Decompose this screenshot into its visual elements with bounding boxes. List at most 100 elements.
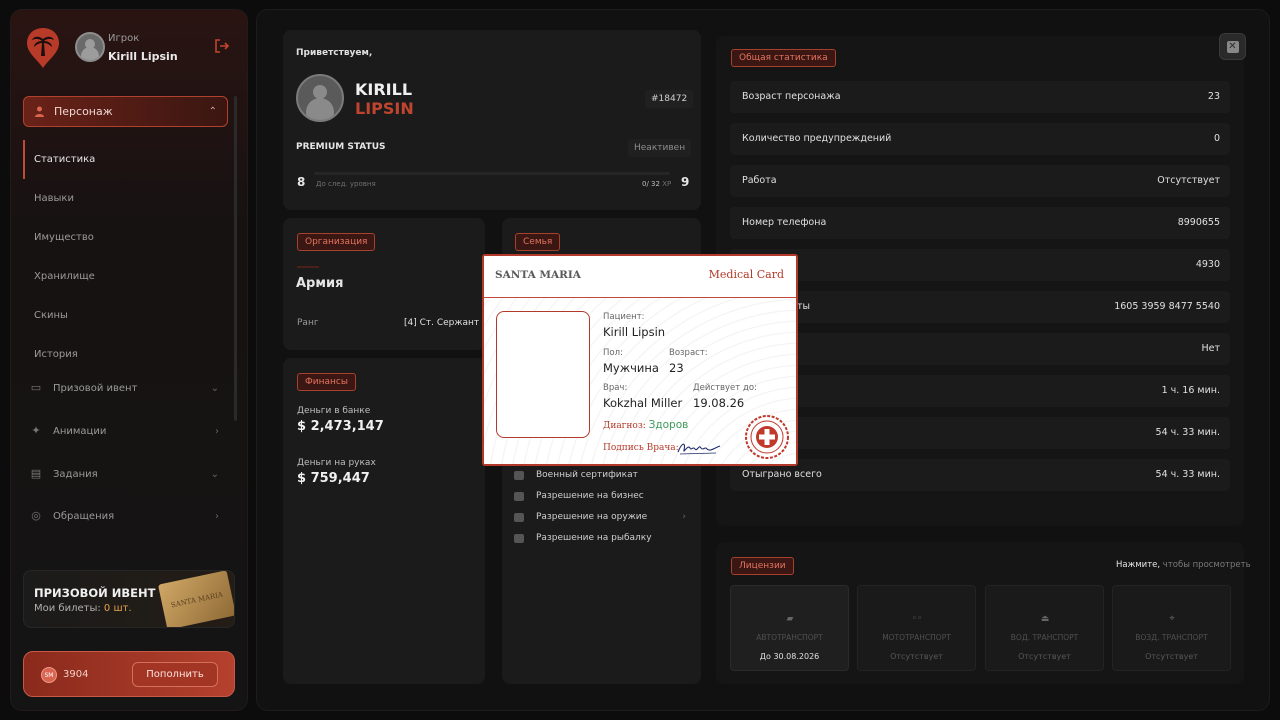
menu-character[interactable]: Персонаж ⌃ bbox=[23, 96, 228, 127]
license-status: Отсутствует bbox=[890, 652, 943, 661]
doctor-value: Kokzhal Miller bbox=[603, 396, 683, 410]
xp-unit: XP bbox=[662, 180, 672, 188]
stat-row: день1 ч. 16 мин. bbox=[730, 375, 1230, 407]
license-boat[interactable]: ⏏ ВОД. ТРАНСПОРТ Отсутствует bbox=[985, 585, 1104, 671]
stat-row: Работа Отсутствует bbox=[730, 165, 1230, 197]
menu-quests-label: Задания bbox=[53, 468, 98, 480]
stat-value: 4930 bbox=[1195, 259, 1220, 270]
license-status: До 30.08.2026 bbox=[759, 652, 820, 661]
submenu-item-stats[interactable]: Статистика bbox=[23, 140, 223, 179]
licenses-hint-bold: Нажмите, bbox=[1116, 560, 1161, 570]
license-name: МОТОТРАНСПОРТ bbox=[882, 633, 951, 642]
doc-business-permit[interactable]: Разрешение на бизнес bbox=[514, 489, 689, 503]
doc-label: Разрешение на бизнес bbox=[536, 491, 644, 501]
rank-label: Ранг bbox=[297, 318, 319, 328]
support-icon: ◎ bbox=[31, 509, 41, 522]
stat-row: Возраст персонажа 23 bbox=[730, 81, 1230, 113]
medical-card[interactable]: SANTA MARIA Medical Card Пациент: Kirill… bbox=[482, 254, 798, 466]
valid-value: 19.08.26 bbox=[693, 396, 745, 410]
stat-label: Работа bbox=[742, 175, 777, 186]
level-current: 8 bbox=[297, 175, 306, 189]
character-submenu: Статистика Навыки Имущество Хранилище Ск… bbox=[23, 140, 223, 374]
chevron-down-icon: ⌄ bbox=[210, 382, 219, 394]
patient-photo bbox=[496, 311, 590, 438]
prize-event-tickets: Мои билеты: 0 шт. bbox=[34, 603, 132, 614]
stat-label: Количество предупреждений bbox=[742, 133, 892, 144]
license-status: Отсутствует bbox=[1145, 652, 1198, 661]
stat-row: Нет bbox=[730, 333, 1230, 365]
boat-icon: ⏏ bbox=[1040, 614, 1050, 624]
prize-event-card[interactable]: ПРИЗОВОЙ ИВЕНТ Мои билеты: 0 шт. SANTA M… bbox=[23, 570, 235, 628]
organization-divider bbox=[297, 266, 319, 268]
doctor-signature bbox=[677, 443, 721, 455]
diagnosis-value: Здоров bbox=[648, 419, 689, 431]
doc-military-certificate[interactable]: Военный сертификат bbox=[514, 468, 689, 482]
menu-quests[interactable]: ▤ Задания ⌄ bbox=[29, 464, 219, 484]
menu-animations-label: Анимации bbox=[53, 425, 107, 437]
medical-card-brand: SANTA MARIA bbox=[495, 269, 581, 281]
stats-badge: Общая статистика bbox=[731, 49, 836, 67]
licenses-hint: Нажмите, чтобы просмотреть bbox=[1116, 560, 1251, 570]
doc-weapon-permit[interactable]: Разрешение на оружие › bbox=[514, 510, 689, 524]
stat-row: месяц54 ч. 33 мин. bbox=[730, 417, 1230, 449]
profile-first-name: KIRILL bbox=[355, 80, 413, 99]
doc-label: Разрешение на рыбалку bbox=[536, 533, 652, 543]
premium-state: Неактивен bbox=[628, 139, 692, 157]
menu-animations[interactable]: ✦ Анимации › bbox=[29, 421, 219, 441]
patient-value: Kirill Lipsin bbox=[603, 325, 666, 339]
license-name: ВОЗД. ТРАНСПОРТ bbox=[1135, 633, 1208, 642]
license-name: АВТОТРАНСПОРТ bbox=[756, 633, 823, 642]
player-role: Игрок bbox=[108, 33, 140, 44]
clipboard-icon: ▤ bbox=[30, 467, 42, 480]
level-hint: До след. уровня bbox=[316, 180, 376, 188]
close-button[interactable]: ✕ bbox=[1219, 33, 1246, 60]
licenses-hint-rest: чтобы просмотреть bbox=[1162, 560, 1251, 570]
submenu-item-skins[interactable]: Скины bbox=[23, 296, 223, 335]
stat-value: Отсутствует bbox=[1157, 175, 1220, 186]
player-name: Kirill Lipsin bbox=[108, 50, 178, 63]
stat-value: 8990655 bbox=[1177, 217, 1220, 228]
menu-prize-event[interactable]: ▭ Призовой ивент ⌄ bbox=[29, 378, 219, 398]
license-car[interactable]: ▰ АВТОТРАНСПОРТ До 30.08.2026 bbox=[730, 585, 849, 671]
doc-label: Военный сертификат bbox=[536, 470, 638, 480]
certificate-icon bbox=[514, 470, 524, 480]
finances-badge: Финансы bbox=[297, 373, 356, 391]
premium-label: PREMIUM STATUS bbox=[296, 142, 386, 152]
stat-value: 1 ч. 16 мин. bbox=[1161, 385, 1220, 396]
stat-row: овской карты1605 3959 8477 5540 bbox=[730, 291, 1230, 323]
motorcycle-icon: ◦◦ bbox=[911, 614, 923, 624]
bank-value: $ 2,473,147 bbox=[297, 419, 384, 434]
submenu-item-storage[interactable]: Хранилище bbox=[23, 257, 223, 296]
submenu-item-skills[interactable]: Навыки bbox=[23, 179, 223, 218]
submenu-item-history[interactable]: История bbox=[23, 335, 223, 374]
organization-badge: Организация bbox=[297, 233, 376, 251]
license-status: Отсутствует bbox=[1018, 652, 1071, 661]
license-moto[interactable]: ◦◦ МОТОТРАНСПОРТ Отсутствует bbox=[857, 585, 976, 671]
prize-event-title: ПРИЗОВОЙ ИВЕНТ bbox=[34, 586, 156, 600]
logout-icon[interactable] bbox=[214, 38, 230, 54]
submenu-item-property[interactable]: Имущество bbox=[23, 218, 223, 257]
profile-avatar[interactable] bbox=[296, 74, 344, 122]
medical-card-title: Medical Card bbox=[708, 268, 784, 281]
menu-character-label: Персонаж bbox=[54, 105, 113, 118]
age-value: 23 bbox=[669, 361, 684, 375]
level-progress-bar bbox=[314, 172, 670, 175]
tickets-value: 0 шт. bbox=[103, 603, 132, 614]
stat-label: Отыграно всего bbox=[742, 469, 822, 480]
dance-icon: ✦ bbox=[31, 424, 41, 437]
player-id: #18472 bbox=[645, 90, 694, 108]
diagnosis: Диагноз: Здоров bbox=[603, 419, 688, 431]
player-avatar[interactable] bbox=[75, 32, 105, 62]
top-up-button[interactable]: Пополнить bbox=[132, 662, 218, 687]
menu-support[interactable]: ◎ Обращения › bbox=[29, 506, 219, 526]
helicopter-icon: ⌖ bbox=[1169, 614, 1175, 624]
palm-logo-icon bbox=[27, 28, 59, 68]
menu-support-label: Обращения bbox=[53, 510, 115, 522]
stat-value: 54 ч. 33 мин. bbox=[1155, 427, 1220, 438]
sidebar-scrollbar[interactable] bbox=[234, 96, 237, 421]
diagnosis-label: Диагноз: bbox=[603, 421, 646, 431]
chevron-right-icon: › bbox=[215, 425, 219, 437]
doc-fishing-permit[interactable]: Разрешение на рыбалку bbox=[514, 531, 689, 545]
rank-value: [4] Ст. Сержант bbox=[404, 318, 480, 328]
license-air[interactable]: ⌖ ВОЗД. ТРАНСПОРТ Отсутствует bbox=[1112, 585, 1231, 671]
